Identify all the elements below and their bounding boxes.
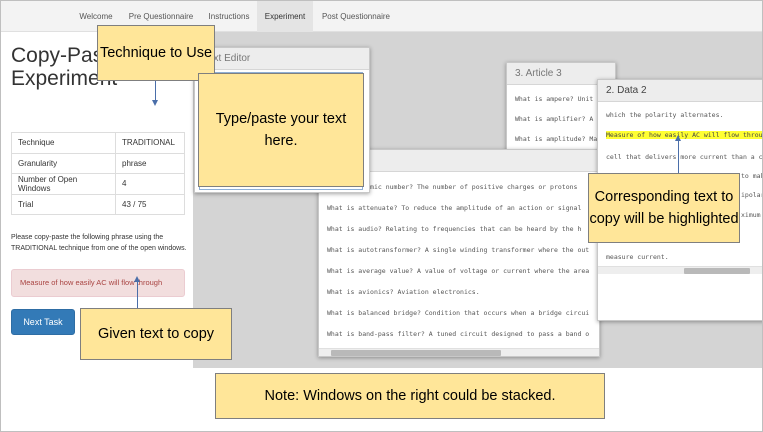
window-title[interactable]: 2. Data 2 [598, 80, 762, 102]
highlighted-text: Measure of how easily AC will flow throu… [606, 131, 762, 139]
arrow-technique [155, 81, 156, 101]
scrollbar-thumb[interactable] [331, 350, 501, 356]
arrow-head-icon [134, 276, 140, 282]
nav-post-questionnaire[interactable]: Post Questionnaire [313, 1, 399, 32]
window-line: What is avionics? Aviation electronics. [327, 288, 480, 296]
callout-paste-area: Type/paste your text here. [198, 73, 364, 187]
granularity-value: phrase [115, 152, 185, 174]
trial-label: Trial [11, 193, 116, 215]
arrow-head-icon [675, 135, 681, 141]
window-line: measure current. [606, 253, 669, 261]
window-line: ipolar [741, 191, 763, 199]
window-line: What is amplitude? Ma [515, 135, 598, 143]
window-line: ximum [741, 211, 761, 219]
table-row: Granularity phrase [11, 152, 185, 174]
window-line: cell that delivers more current than a c [606, 153, 763, 161]
window-title[interactable]: Text Editor [195, 48, 369, 70]
granularity-label: Granularity [11, 152, 116, 174]
screenshot-root: Welcome Pre Questionnaire Instructions E… [0, 0, 763, 432]
window-line: What is balanced bridge? Condition that … [327, 309, 590, 317]
horizontal-scrollbar[interactable] [319, 348, 599, 356]
window-line: What is audio? Relating to frequencies t… [327, 225, 582, 233]
open-windows-value: 4 [115, 173, 185, 195]
technique-value: TRADITIONAL [115, 132, 185, 154]
window-line: What is attenuate? To reduce the amplitu… [327, 204, 582, 212]
target-phrase: Measure of how easily AC will flow throu… [11, 269, 185, 297]
next-task-button[interactable]: Next Task [11, 309, 75, 335]
window-line: What is band-pass filter? A tuned circui… [327, 330, 590, 338]
open-windows-label: Number of Open Windows [11, 173, 116, 195]
window-line: which the polarity alternates. [606, 111, 724, 119]
table-row: Trial 43 / 75 [11, 193, 185, 215]
trial-value: 43 / 75 [115, 193, 185, 215]
window-line: What is amplifier? A [515, 115, 594, 123]
scrollbar-thumb[interactable] [684, 268, 750, 274]
arrow-head-icon [152, 100, 158, 106]
table-row: Number of Open Windows 4 [11, 173, 185, 195]
window-line: What is autotransformer? A single windin… [327, 246, 590, 254]
horizontal-scrollbar[interactable] [598, 266, 762, 274]
callout-corresponding: Corresponding text to copy will be highl… [588, 173, 740, 243]
table-row: Technique TRADITIONAL [11, 132, 185, 154]
nav-experiment[interactable]: Experiment [257, 1, 313, 32]
note-callout: Note: Windows on the right could be stac… [215, 373, 605, 419]
window-line: What is ampere? Unit [515, 95, 594, 103]
callout-given-text: Given text to copy [80, 308, 232, 360]
technique-label: Technique [11, 132, 116, 154]
task-info-table: Technique TRADITIONAL Granularity phrase… [11, 132, 185, 215]
instruction-text: Please copy-paste the following phrase u… [11, 234, 187, 252]
arrow-corresponding [678, 140, 679, 173]
arrow-given [137, 281, 138, 308]
window-line: to mak [741, 172, 763, 180]
window-line: What is average value? A value of voltag… [327, 267, 590, 275]
